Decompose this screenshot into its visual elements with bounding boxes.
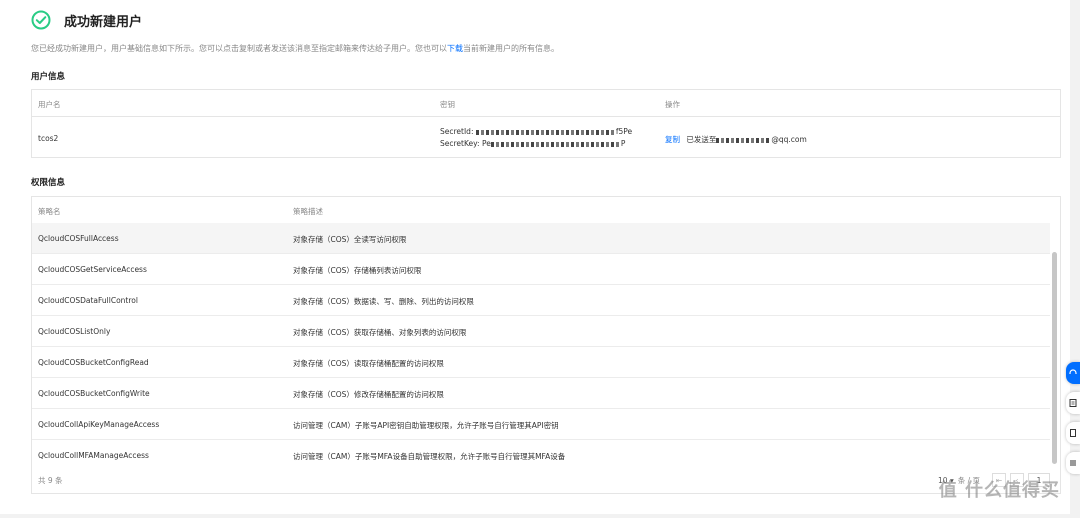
table-footer: 共 9 条 10 ▾ 条 / 页 ⇤ ‹ 1 bbox=[32, 469, 1060, 491]
policy-desc: 对象存储（COS）全读写访问权限 bbox=[293, 235, 407, 244]
table-row[interactable]: QcloudCOSDataFullControl 对象存储（COS）数据读、写、… bbox=[32, 285, 1050, 316]
secret-key-tail: P bbox=[620, 139, 626, 148]
policy-name: QcloudCOSGetServiceAccess bbox=[38, 265, 147, 274]
policy-name: QcloudCollApiKeyManageAccess bbox=[38, 420, 160, 429]
secret-id-label: SecretId: bbox=[440, 127, 474, 136]
total-count: 共 9 条 bbox=[38, 476, 63, 485]
policy-desc: 对象存储（COS）获取存储桶、对象列表的访问权限 bbox=[293, 328, 467, 337]
user-info-title: 用户信息 bbox=[31, 72, 66, 82]
policy-desc: 对象存储（COS）读取存储桶配置的访问权限 bbox=[293, 359, 444, 368]
policy-desc: 访问管理（CAM）子账号API密钥自助管理权限，允许子账号自行管理其API密钥 bbox=[293, 421, 559, 430]
page: 成功新建用户 您已经成功新建用户，用户基础信息如下所示。您可以点击复制或者发送该… bbox=[0, 0, 1070, 514]
column-actions: 操作 bbox=[665, 100, 680, 109]
redacted-secret-key bbox=[490, 141, 621, 147]
policy-desc: 对象存储（COS）存储桶列表访问权限 bbox=[293, 266, 422, 275]
policy-name: QcloudCollMFAManageAccess bbox=[38, 451, 149, 460]
download-link[interactable]: 下载 bbox=[447, 44, 463, 53]
sent-status: 已发送至 bbox=[686, 135, 717, 144]
redacted-secret-id bbox=[475, 129, 616, 135]
table-row[interactable]: QcloudCOSFullAccess 对象存储（COS）全读写访问权限 bbox=[32, 223, 1050, 254]
docs-button[interactable] bbox=[1066, 422, 1080, 444]
table-row[interactable]: QcloudCOSListOnly 对象存储（COS）获取存储桶、对象列表的访问… bbox=[32, 316, 1050, 347]
actions: 复制 已发送至 @qq.com bbox=[665, 134, 807, 145]
page-title: 成功新建用户 bbox=[64, 14, 143, 30]
policy-name: QcloudCOSBucketConfigRead bbox=[38, 358, 149, 367]
watermark: 值 什么值得买 bbox=[938, 480, 1060, 501]
document-icon bbox=[1070, 429, 1076, 437]
column-policy-desc: 策略描述 bbox=[293, 207, 323, 216]
policy-name: QcloudCOSFullAccess bbox=[38, 234, 119, 243]
table-body[interactable]: QcloudCOSFullAccess 对象存储（COS）全读写访问权限 Qcl… bbox=[32, 223, 1050, 465]
scrollbar[interactable] bbox=[1052, 252, 1057, 464]
table-row: tcos2 SecretId: f5Pe SecretKey: Pe P 复制 已… bbox=[32, 117, 1060, 158]
column-policy-name: 策略名 bbox=[38, 207, 61, 216]
policy-desc: 对象存储（COS）修改存储桶配置的访问权限 bbox=[293, 390, 444, 399]
policy-name: QcloudCOSBucketConfigWrite bbox=[38, 389, 150, 398]
secret-id-tail: f5Pe bbox=[615, 127, 633, 136]
menu-button[interactable] bbox=[1066, 452, 1080, 474]
policy-name: QcloudCOSDataFullControl bbox=[38, 296, 138, 305]
headset-icon bbox=[1069, 369, 1077, 374]
secret-key-label: SecretKey: bbox=[440, 139, 480, 148]
description: 您已经成功新建用户，用户基础信息如下所示。您可以点击复制或者发送该消息至指定邮箱… bbox=[31, 43, 559, 54]
table-header: 策略名 策略描述 bbox=[32, 197, 1060, 224]
user-info-table: 用户名 密钥 操作 tcos2 SecretId: f5Pe SecretKey… bbox=[31, 89, 1061, 158]
copy-button[interactable]: 复制 bbox=[665, 135, 680, 144]
policy-name: QcloudCOSListOnly bbox=[38, 327, 111, 336]
support-button[interactable] bbox=[1066, 362, 1080, 384]
permission-table: 策略名 策略描述 QcloudCOSFullAccess 对象存储（COS）全读… bbox=[31, 196, 1061, 494]
table-row[interactable]: QcloudCollMFAManageAccess 访问管理（CAM）子账号MF… bbox=[32, 440, 1050, 465]
description-text-end: 当前新建用户的所有信息。 bbox=[463, 44, 559, 53]
description-text: 您已经成功新建用户，用户基础信息如下所示。您可以点击复制或者发送该消息至指定邮箱… bbox=[31, 44, 447, 53]
table-row[interactable]: QcloudCollApiKeyManageAccess 访问管理（CAM）子账… bbox=[32, 409, 1050, 440]
calculator-icon bbox=[1069, 399, 1077, 407]
header: 成功新建用户 bbox=[31, 8, 142, 32]
secret-key: SecretKey: Pe P bbox=[440, 139, 625, 148]
table-row[interactable]: QcloudCOSBucketConfigWrite 对象存储（COS）修改存储… bbox=[32, 378, 1050, 409]
column-username: 用户名 bbox=[38, 100, 61, 109]
check-circle-icon bbox=[31, 10, 51, 30]
permission-info-title: 权限信息 bbox=[31, 178, 66, 188]
table-row[interactable]: QcloudCOSBucketConfigRead 对象存储（COS）读取存储桶… bbox=[32, 347, 1050, 378]
email-suffix: @qq.com bbox=[771, 135, 807, 144]
secret-id: SecretId: f5Pe bbox=[440, 127, 632, 136]
policy-desc: 访问管理（CAM）子账号MFA设备自助管理权限，允许子账号自行管理其MFA设备 bbox=[293, 452, 566, 461]
side-toolbar bbox=[1066, 362, 1080, 482]
policy-desc: 对象存储（COS）数据读、写、删除、列出的访问权限 bbox=[293, 297, 474, 306]
secret-key-head: Pe bbox=[481, 139, 491, 148]
table-header: 用户名 密钥 操作 bbox=[32, 90, 1060, 117]
menu-icon bbox=[1070, 460, 1076, 466]
calculator-button[interactable] bbox=[1066, 392, 1080, 414]
table-row[interactable]: QcloudCOSGetServiceAccess 对象存储（COS）存储桶列表… bbox=[32, 254, 1050, 285]
redacted-email bbox=[716, 137, 772, 143]
column-secret: 密钥 bbox=[440, 100, 455, 109]
username: tcos2 bbox=[38, 134, 59, 143]
